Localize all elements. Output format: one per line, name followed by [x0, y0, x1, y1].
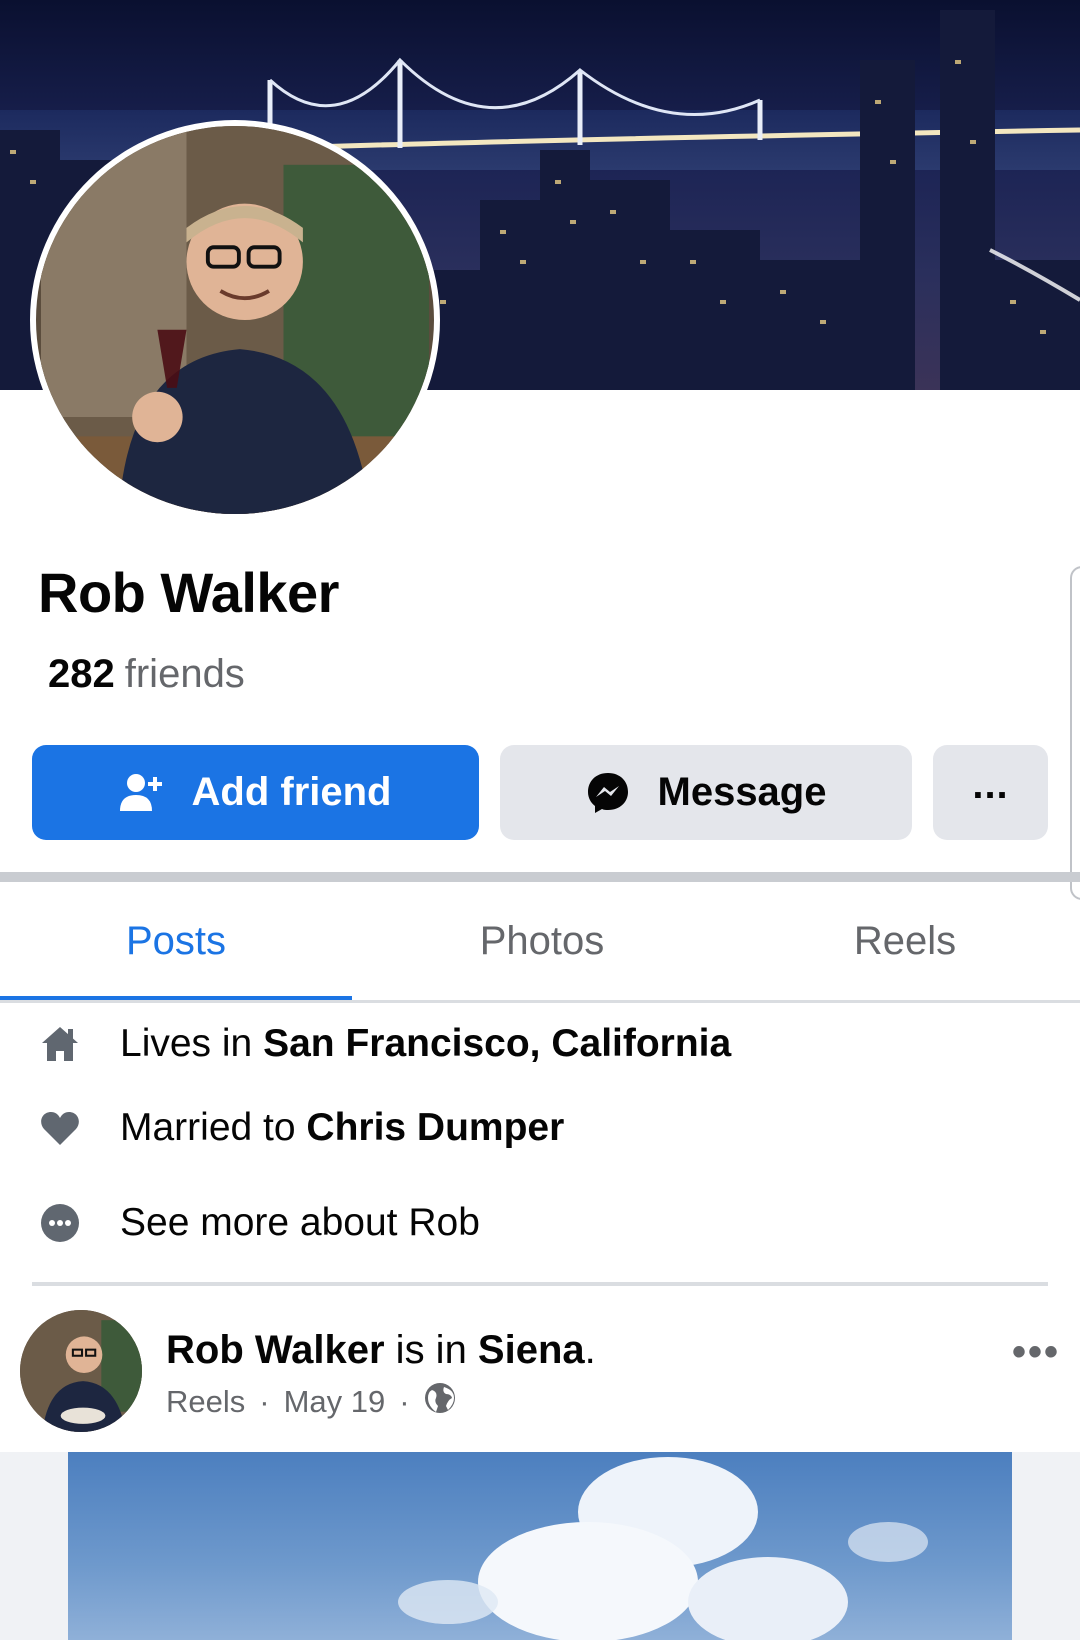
post-author-photo — [20, 1310, 142, 1432]
section-divider — [0, 872, 1080, 882]
side-scroll-handle[interactable] — [1070, 566, 1080, 900]
profile-name: Rob Walker — [38, 561, 339, 624]
post-options-button[interactable]: ••• — [1012, 1330, 1060, 1375]
married-to-name: Chris Dumper — [306, 1106, 565, 1149]
post-header: Rob Walker is in Siena. Reels · May 19 ·… — [0, 1290, 1080, 1450]
add-friend-label: Add friend — [191, 770, 392, 814]
globe-icon — [424, 1382, 456, 1422]
intro-relationship[interactable]: Married to Chris Dumper — [0, 1088, 1080, 1168]
heart-icon — [0, 1110, 120, 1146]
person-plus-icon — [119, 773, 164, 813]
messenger-icon — [586, 771, 630, 815]
more-actions-button[interactable]: ... — [933, 745, 1048, 840]
intro-divider — [32, 1282, 1048, 1286]
message-label: Message — [657, 770, 827, 814]
post-period: . — [584, 1328, 596, 1372]
post-video-thumbnail — [68, 1452, 1012, 1640]
married-prefix: Married to — [120, 1106, 307, 1149]
post-author-name[interactable]: Rob Walker — [166, 1328, 385, 1372]
post-place[interactable]: Siena — [478, 1328, 585, 1372]
lives-in-prefix: Lives in — [120, 1022, 264, 1065]
profile-picture[interactable] — [30, 120, 440, 520]
friends-count-link[interactable]: 282 friends — [48, 652, 245, 697]
see-more-label: See more about Rob — [120, 1201, 480, 1244]
tab-photos[interactable]: Photos — [362, 882, 722, 1000]
profile-tabs: Posts Photos Reels — [0, 882, 1080, 1002]
tab-reels[interactable]: Reels — [725, 882, 1080, 1000]
add-friend-button[interactable]: Add friend — [32, 745, 479, 840]
post-media[interactable] — [0, 1452, 1080, 1640]
intro-lives-in[interactable]: Lives in San Francisco, California — [0, 1004, 1080, 1084]
friends-count: 282 — [48, 652, 115, 696]
more-actions-label: ... — [972, 763, 1009, 807]
profile-photo — [41, 126, 429, 514]
friends-label: friends — [124, 652, 245, 696]
tab-posts[interactable]: Posts — [0, 882, 352, 1000]
post-meta: Reels · May 19 · — [166, 1382, 456, 1422]
message-button[interactable]: Message — [500, 745, 912, 840]
post-source[interactable]: Reels — [166, 1384, 245, 1420]
post-date[interactable]: May 19 — [284, 1384, 386, 1420]
post-title: Rob Walker is in Siena. — [166, 1328, 596, 1373]
tabs-border — [0, 1000, 1080, 1003]
lives-in-place: San Francisco, California — [263, 1022, 732, 1065]
post-is-in: is in — [384, 1328, 478, 1372]
more-circle-icon — [0, 1203, 120, 1243]
post-author-avatar[interactable] — [20, 1310, 142, 1432]
see-more-about-link[interactable]: See more about Rob — [0, 1183, 1080, 1263]
meta-separator: · — [399, 1384, 410, 1419]
meta-separator: · — [259, 1384, 270, 1419]
home-icon — [0, 1025, 120, 1063]
